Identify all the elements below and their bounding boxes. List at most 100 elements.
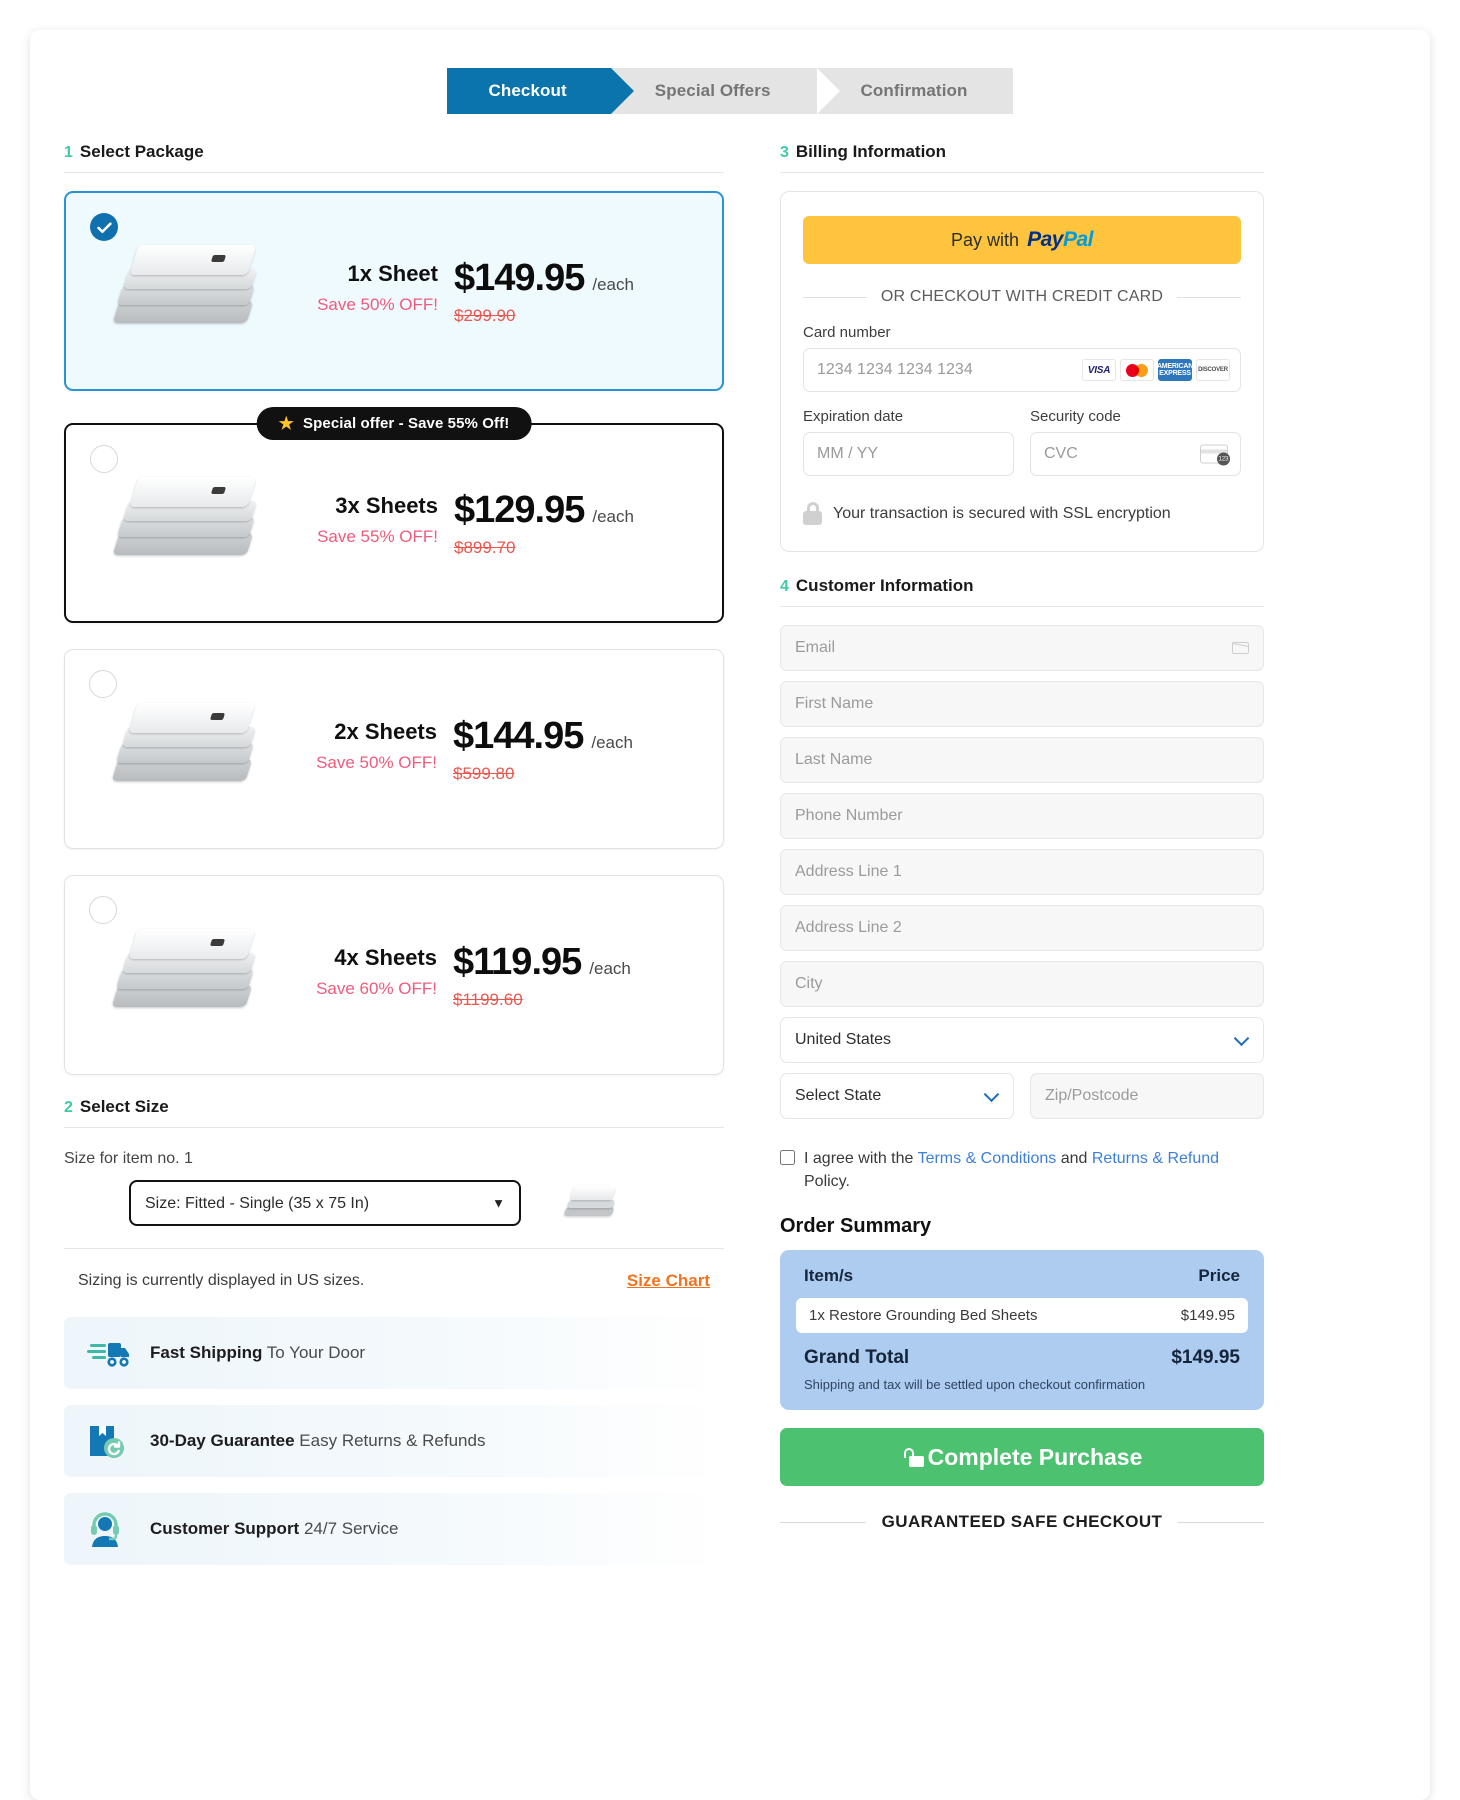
state-select[interactable]: Select State	[780, 1073, 1014, 1119]
address2-placeholder: Address Line 2	[795, 919, 902, 936]
step-confirmation[interactable]: Confirmation	[816, 68, 1014, 114]
package-radio-1x[interactable]	[90, 213, 118, 241]
zip-placeholder: Zip/Postcode	[1045, 1087, 1139, 1104]
trust-text-guarantee: 30-Day Guarantee Easy Returns & Refunds	[150, 1431, 485, 1451]
package-image-1x	[66, 239, 306, 344]
package-save-2x: Save 50% OFF!	[316, 752, 437, 772]
first-name-placeholder: First Name	[795, 695, 874, 712]
phone-placeholder: Phone Number	[795, 807, 903, 824]
ssl-text: Your transaction is secured with SSL enc…	[833, 504, 1171, 522]
state-value: Select State	[795, 1087, 882, 1104]
package-radio-3x[interactable]	[90, 445, 118, 473]
package-radio-2x[interactable]	[89, 670, 117, 698]
complete-purchase-button[interactable]: Complete Purchase	[780, 1428, 1264, 1487]
card-number-input[interactable]: 1234 1234 1234 1234 VISA AMERICAN EXPRESS…	[803, 348, 1241, 392]
package-radio-4x[interactable]	[89, 896, 117, 924]
folded-sheet-icon	[104, 471, 269, 576]
address2-field[interactable]: Address Line 2	[780, 905, 1264, 951]
package-save-3x: Save 55% OFF!	[317, 526, 438, 546]
package-old-price-2x: $599.80	[453, 763, 515, 783]
amex-icon: AMERICAN EXPRESS	[1157, 359, 1193, 381]
size-select[interactable]: Size: Fitted - Single (35 x 75 In)	[129, 1180, 521, 1226]
trust-bold-guarantee: 30-Day Guarantee	[150, 1431, 295, 1450]
or-divider: OR CHECKOUT WITH CREDIT CARD	[803, 288, 1241, 306]
grand-total-value: $149.95	[1171, 1347, 1240, 1369]
package-title-1x: 1x Sheet	[347, 260, 439, 286]
size-preview-sheet-icon	[561, 1183, 619, 1223]
trust-row-shipping: Fast Shipping To Your Door	[64, 1317, 724, 1389]
trust-row-support: Customer Support 24/7 Service	[64, 1493, 724, 1565]
special-offer-ribbon: ★ Special offer - Save 55% Off!	[256, 407, 532, 440]
grand-total-label: Grand Total	[804, 1347, 910, 1369]
email-field[interactable]: Email	[780, 625, 1264, 671]
trust-rest-support: 24/7 Service	[299, 1519, 399, 1538]
package-each-3x: /each	[592, 506, 634, 526]
phone-field[interactable]: Phone Number	[780, 793, 1264, 839]
package-info-2x: 2x Sheets Save 50% OFF! $144.95 /each $5…	[305, 715, 633, 784]
ssl-notice: Your transaction is secured with SSL enc…	[803, 502, 1241, 525]
expiry-label: Expiration date	[803, 408, 904, 425]
chevron-down-icon	[1233, 1030, 1250, 1047]
right-column: 3 Billing Information Pay with PayPal OR…	[780, 142, 1264, 1581]
terms-agreement: I agree with the Terms & Conditions and …	[780, 1147, 1264, 1193]
step-checkout[interactable]: Checkout	[446, 68, 635, 114]
size-select-wrapper: Size: Fitted - Single (35 x 75 In) ▼	[129, 1180, 521, 1226]
country-value: United States	[795, 1031, 892, 1048]
package-option-1x[interactable]: 1x Sheet Save 50% OFF! $149.95 /each $29…	[64, 191, 724, 391]
order-summary-col-items: Item/s	[804, 1266, 854, 1286]
package-price-3x: $129.95	[454, 488, 585, 531]
order-item-name: 1x Restore Grounding Bed Sheets	[809, 1307, 1038, 1325]
step-special-offers[interactable]: Special Offers	[610, 68, 840, 114]
country-select[interactable]: United States	[780, 1017, 1264, 1063]
package-price-1x: $149.95	[454, 256, 585, 299]
cvc-card-icon	[1200, 444, 1230, 466]
folded-sheet-icon	[103, 923, 268, 1028]
chevron-down-icon	[983, 1086, 1000, 1103]
package-option-3x[interactable]: ★ Special offer - Save 55% Off! 3x Sheet…	[64, 407, 724, 623]
package-old-price-1x: $299.90	[454, 305, 516, 325]
size-note: Sizing is currently displayed in US size…	[78, 1272, 365, 1289]
zip-field[interactable]: Zip/Postcode	[1030, 1073, 1264, 1119]
billing-number: 3	[780, 144, 789, 161]
cvc-input[interactable]: CVC	[1030, 432, 1241, 476]
terms-conditions-link[interactable]: Terms & Conditions	[918, 1150, 1057, 1167]
first-name-field[interactable]: First Name	[780, 681, 1264, 727]
select-package-header: 1 Select Package	[64, 142, 724, 173]
select-package-number: 1	[64, 144, 73, 161]
select-size-number: 2	[64, 1099, 73, 1116]
package-option-4x[interactable]: 4x Sheets Save 60% OFF! $119.95 /each $1…	[64, 875, 724, 1075]
trust-badges: Fast Shipping To Your Door 30-Day Guaran…	[64, 1317, 724, 1565]
expiry-input[interactable]: MM / YY	[803, 432, 1014, 476]
package-title-4x: 4x Sheets	[334, 944, 437, 970]
customer-number: 4	[780, 578, 789, 595]
step-special-offers-label: Special Offers	[654, 81, 771, 100]
email-placeholder: Email	[795, 639, 836, 656]
address1-field[interactable]: Address Line 1	[780, 849, 1264, 895]
package-option-2x[interactable]: 2x Sheets Save 50% OFF! $144.95 /each $5…	[64, 649, 724, 849]
package-info-3x: 3x Sheets Save 55% OFF! $129.95 /each $8…	[306, 489, 634, 558]
returns-refund-link[interactable]: Returns & Refund	[1092, 1150, 1219, 1167]
paypal-button[interactable]: Pay with PayPal	[803, 216, 1241, 264]
package-title-2x: 2x Sheets	[334, 718, 437, 744]
trust-rest-shipping: To Your Door	[262, 1343, 366, 1362]
lock-icon	[803, 502, 822, 525]
terms-checkbox[interactable]	[780, 1150, 795, 1165]
package-info-1x: 1x Sheet Save 50% OFF! $149.95 /each $29…	[306, 257, 634, 326]
step-checkout-label: Checkout	[488, 81, 567, 100]
select-size-header: 2 Select Size	[64, 1097, 724, 1128]
customer-fields: Email First Name Last Name Phone Number …	[780, 625, 1264, 1129]
last-name-field[interactable]: Last Name	[780, 737, 1264, 783]
customer-header: 4 Customer Information	[780, 576, 1264, 607]
terms-mid: and	[1056, 1150, 1092, 1167]
size-chart-link[interactable]: Size Chart	[627, 1271, 710, 1291]
or-divider-label: OR CHECKOUT WITH CREDIT CARD	[880, 288, 1164, 305]
address1-placeholder: Address Line 1	[795, 863, 902, 880]
package-each-2x: /each	[591, 732, 633, 752]
support-agent-icon	[91, 1512, 119, 1547]
package-price-4x: $119.95	[453, 940, 582, 983]
city-field[interactable]: City	[780, 961, 1264, 1007]
complete-purchase-label: Complete Purchase	[927, 1443, 1143, 1470]
truck-icon	[87, 1343, 129, 1367]
last-name-placeholder: Last Name	[795, 751, 873, 768]
terms-pre: I agree with the	[804, 1150, 918, 1167]
